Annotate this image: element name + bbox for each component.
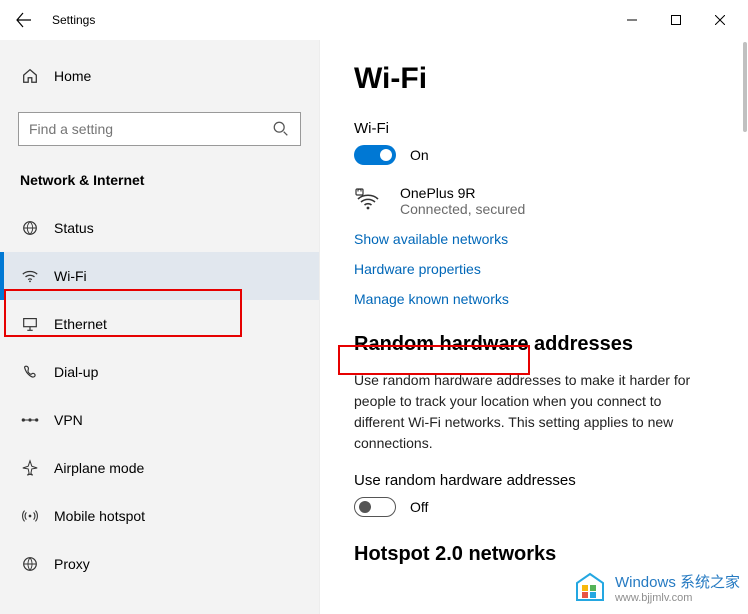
hotspot-title: Hotspot 2.0 networks (354, 543, 714, 566)
proxy-icon (20, 554, 40, 574)
random-hw-toggle-state: Off (410, 499, 428, 515)
nav-proxy[interactable]: Proxy (0, 540, 319, 588)
link-hardware-properties[interactable]: Hardware properties (354, 261, 714, 277)
nav-hotspot[interactable]: Mobile hotspot (0, 492, 319, 540)
search-icon (272, 120, 292, 140)
random-hw-toggle-label: Use random hardware addresses (354, 472, 714, 489)
random-hw-toggle[interactable] (354, 497, 396, 517)
scrollbar[interactable] (743, 42, 747, 132)
nav-home-label: Home (54, 68, 91, 84)
search-input[interactable] (19, 113, 300, 145)
nav-home[interactable]: Home (0, 58, 319, 94)
wifi-icon (20, 266, 40, 286)
main-panel: Wi-Fi Wi-Fi On OnePlus 9R Connected, sec… (320, 40, 748, 614)
nav-item-label: Airplane mode (54, 460, 144, 476)
nav-item-label: Proxy (54, 556, 90, 572)
window-title: Settings (52, 13, 95, 27)
back-button[interactable] (6, 2, 42, 38)
home-icon (20, 66, 40, 86)
random-hw-body: Use random hardware addresses to make it… (354, 370, 714, 454)
titlebar: Settings (0, 0, 748, 40)
nav-dialup[interactable]: Dial-up (0, 348, 319, 396)
nav-item-label: Wi-Fi (54, 268, 87, 284)
sidebar-section-header: Network & Internet (0, 146, 319, 204)
network-status: Connected, secured (400, 201, 525, 217)
search-box[interactable] (18, 112, 301, 146)
hotspot-icon (20, 506, 40, 526)
watermark: Windows 系统之家 www.bjjmlv.com (573, 570, 740, 604)
wifi-toggle-state: On (410, 147, 429, 163)
link-manage-known-networks[interactable]: Manage known networks (354, 291, 714, 307)
nav-vpn[interactable]: VPN (0, 396, 319, 444)
wifi-heading: Wi-Fi (354, 120, 714, 137)
status-icon (20, 218, 40, 238)
ethernet-icon (20, 314, 40, 334)
nav-item-label: VPN (54, 412, 83, 428)
watermark-logo-icon (573, 570, 607, 604)
nav-ethernet[interactable]: Ethernet (0, 300, 319, 348)
nav-wifi[interactable]: Wi-Fi (0, 252, 319, 300)
nav-item-label: Status (54, 220, 94, 236)
airplane-icon (20, 458, 40, 478)
wifi-secured-icon (354, 185, 384, 215)
watermark-line1: Windows 系统之家 (615, 571, 740, 592)
vpn-icon (20, 410, 40, 430)
nav-item-label: Mobile hotspot (54, 508, 145, 524)
link-show-networks[interactable]: Show available networks (354, 231, 714, 247)
close-button[interactable] (698, 2, 742, 38)
network-name: OnePlus 9R (400, 185, 525, 201)
minimize-button[interactable] (610, 2, 654, 38)
wifi-toggle[interactable] (354, 145, 396, 165)
nav-status[interactable]: Status (0, 204, 319, 252)
dialup-icon (20, 362, 40, 382)
random-hw-title: Random hardware addresses (354, 333, 714, 356)
watermark-line2: www.bjjmlv.com (615, 592, 740, 604)
page-title: Wi-Fi (354, 62, 714, 96)
current-network[interactable]: OnePlus 9R Connected, secured (354, 185, 714, 217)
nav-item-label: Dial-up (54, 364, 98, 380)
nav-airplane[interactable]: Airplane mode (0, 444, 319, 492)
nav-item-label: Ethernet (54, 316, 107, 332)
sidebar: Home Network & Internet Status (0, 40, 320, 614)
maximize-button[interactable] (654, 2, 698, 38)
